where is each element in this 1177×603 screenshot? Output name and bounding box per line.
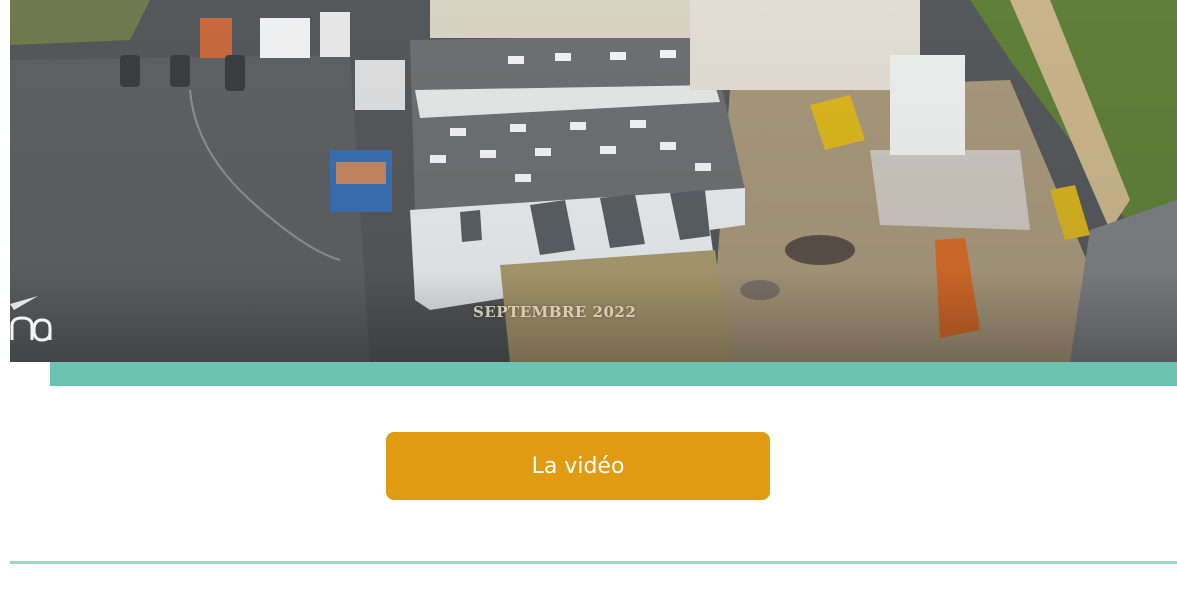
page: SEPTEMBRE 2022 La vidéo [0,0,1177,603]
video-button[interactable]: La vidéo [386,432,770,500]
aerial-photo: SEPTEMBRE 2022 [10,0,1177,362]
accent-band [50,362,1177,386]
photo-caption: SEPTEMBRE 2022 [473,303,637,321]
logo-icon [10,296,58,346]
section-divider [10,561,1177,564]
